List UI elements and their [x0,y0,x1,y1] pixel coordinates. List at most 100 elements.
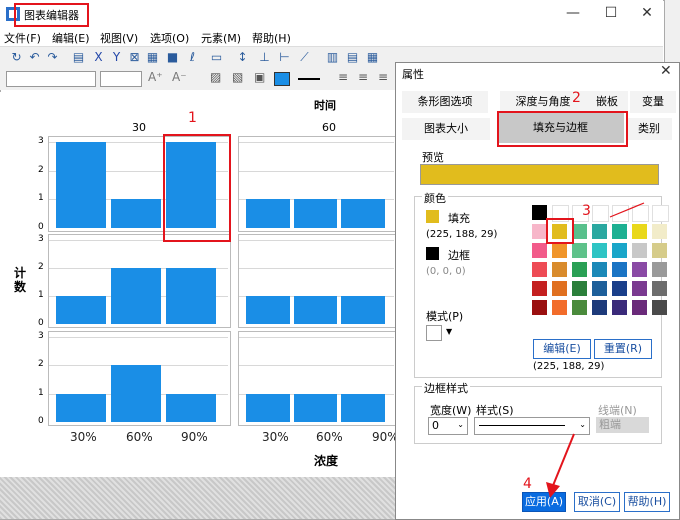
align-center-icon[interactable]: ≡ [358,70,368,84]
palette-swatch[interactable] [572,281,587,296]
lasso-icon[interactable]: ℓ [186,51,199,64]
chart-bar[interactable] [56,393,107,422]
palette-swatch[interactable] [552,281,567,296]
chart-bar[interactable] [110,268,162,324]
palette-swatch[interactable] [592,281,607,296]
palette-swatch[interactable] [552,300,567,315]
chart-bar[interactable] [246,296,290,324]
palette-swatch[interactable] [552,262,567,277]
palette-swatch[interactable] [572,224,587,239]
chart-bar[interactable] [165,268,217,324]
chart-bar[interactable] [110,199,162,228]
chart-bar[interactable] [165,393,217,422]
chart-bar[interactable] [110,365,162,422]
chart-bar[interactable] [293,393,338,422]
palette-swatch[interactable] [612,262,627,277]
bold-icon[interactable]: ▨ [210,70,221,84]
palette-swatch[interactable] [532,262,547,277]
palette-swatch[interactable] [572,262,587,277]
menu-file[interactable]: 文件(F) [4,30,41,46]
font-select[interactable] [6,71,96,87]
chart-bar[interactable] [56,142,107,228]
palette-swatch[interactable] [532,281,547,296]
menu-edit[interactable]: 编辑(E) [52,30,90,46]
help-button[interactable]: 帮助(H) [624,492,670,512]
width-select[interactable]: 0 ⌄ [428,417,468,435]
tab-panels[interactable]: 嵌板 [586,91,628,113]
grow-font-icon[interactable]: A⁺ [148,70,163,84]
align-right-icon[interactable]: ≡ [378,70,388,84]
palette-swatch[interactable] [632,262,647,277]
bar-chart-icon[interactable]: ▥ [326,51,339,64]
palette-swatch[interactable] [592,224,607,239]
close-button[interactable]: ✕ [632,3,662,23]
palette-swatch[interactable] [532,243,547,258]
palette-swatch[interactable] [592,243,607,258]
line-style-button[interactable] [298,78,320,80]
chart-bar[interactable] [341,296,385,324]
chart-bar[interactable] [246,393,290,422]
tab-categories[interactable]: 类别 [626,118,672,140]
chart-bar[interactable] [293,296,338,324]
maximize-button[interactable]: ☐ [596,3,626,23]
redo-icon[interactable]: ↷ [46,51,59,64]
chart-bar[interactable] [341,393,385,422]
palette-swatch[interactable] [552,243,567,258]
palette-swatch[interactable] [532,205,547,220]
menu-options[interactable]: 选项(O) [150,30,189,46]
menu-view[interactable]: 视图(V) [100,30,138,46]
palette-swatch[interactable] [612,300,627,315]
y-axis-icon[interactable]: Y [110,51,123,64]
palette-swatch[interactable] [612,224,627,239]
palette-swatch[interactable] [632,243,647,258]
x-axis-icon[interactable]: X [92,51,105,64]
frame-icon[interactable]: ▦ [146,51,159,64]
font-size-select[interactable] [100,71,142,87]
menu-elements[interactable]: 元素(M) [201,30,241,46]
fill-color-button[interactable] [274,72,290,86]
palette-swatch[interactable] [632,281,647,296]
palette-swatch[interactable] [652,243,667,258]
chart-bar[interactable] [56,296,107,324]
menu-help[interactable]: 帮助(H) [252,30,291,46]
textbox-icon[interactable]: ▭ [210,51,223,64]
border-swatch[interactable] [426,247,439,260]
palette-swatch[interactable] [652,205,669,222]
refresh-icon[interactable]: ↻ [10,51,23,64]
fill-icon[interactable]: ■ [166,51,179,64]
pattern-select[interactable] [426,325,442,341]
palette-swatch[interactable] [652,262,667,277]
tab-variables[interactable]: 变量 [630,91,676,113]
palette-swatch[interactable] [652,281,667,296]
palette-swatch[interactable] [592,205,609,222]
chart-icon[interactable]: ↕ [236,51,249,64]
palette-swatch[interactable] [612,281,627,296]
tab-chart-size[interactable]: 图表大小 [402,118,490,140]
fit-line-icon[interactable]: ⟋ [298,51,311,64]
palette-swatch[interactable] [652,224,667,239]
undo-icon[interactable]: ↶ [28,51,41,64]
cap-select[interactable]: 粗端 [596,417,649,433]
palette-swatch[interactable] [632,224,647,239]
chart-bar[interactable] [341,199,385,228]
tab-bar-options[interactable]: 条形图选项 [402,91,488,113]
line-chart-icon[interactable]: ▤ [346,51,359,64]
edit-color-button[interactable]: 编辑(E) [533,339,591,359]
minimize-button[interactable]: — [558,3,588,23]
scale-icon[interactable]: ⊠ [128,51,141,64]
chart-bar[interactable] [293,199,338,228]
italic-icon[interactable]: ▧ [232,70,243,84]
area-chart-icon[interactable]: ▦ [366,51,379,64]
palette-swatch[interactable] [532,224,547,239]
palette-swatch[interactable] [592,300,607,315]
palette-swatch[interactable] [632,300,647,315]
cancel-button[interactable]: 取消(C) [574,492,620,512]
shrink-font-icon[interactable]: A⁻ [172,70,187,84]
palette-swatch[interactable] [612,243,627,258]
palette-swatch[interactable] [592,262,607,277]
palette-swatch[interactable] [572,300,587,315]
chart-bar[interactable] [246,199,290,228]
palette-swatch[interactable] [532,300,547,315]
palette-swatch[interactable] [572,243,587,258]
fill-swatch[interactable] [426,210,439,223]
